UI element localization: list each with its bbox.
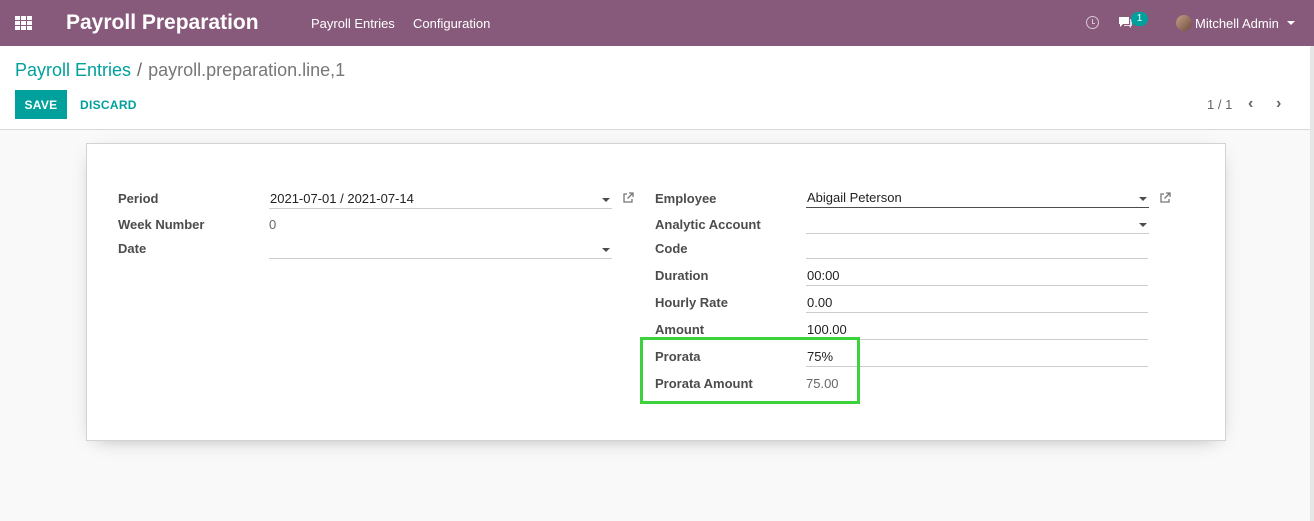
employee-value[interactable]: Abigail Peterson [807, 190, 902, 205]
pager-value[interactable]: 1 / 1 [1207, 97, 1232, 112]
date-label: Date [118, 241, 147, 256]
pager-next-icon[interactable]: › [1276, 96, 1286, 112]
employee-dropdown-icon[interactable] [1139, 197, 1147, 201]
app-title: Payroll Preparation [66, 11, 259, 34]
hourly-rate-label: Hourly Rate [655, 295, 728, 310]
period-value[interactable]: 2021-07-01 / 2021-07-14 [270, 191, 414, 206]
amount-value[interactable]: 100.00 [807, 322, 847, 337]
scrollbar[interactable] [1310, 46, 1314, 521]
apps-menu-icon[interactable] [15, 16, 32, 30]
breadcrumb-separator: / [137, 60, 143, 80]
amount-label: Amount [655, 322, 705, 337]
week-number-value: 0 [269, 217, 277, 232]
duration-value[interactable]: 00:00 [807, 268, 840, 283]
analytic-account-label: Analytic Account [655, 217, 761, 232]
pager-previous-icon[interactable]: ‹ [1248, 96, 1258, 112]
analytic-account-dropdown-icon[interactable] [1139, 223, 1147, 227]
week-number-label: Week Number [118, 217, 205, 232]
date-field[interactable] [269, 239, 612, 259]
employee-label: Employee [655, 191, 717, 206]
control-panel: Payroll Entries / payroll.preparation.line… [0, 46, 1314, 130]
analytic-account-field[interactable] [806, 214, 1149, 234]
save-button[interactable]: SAVE [15, 90, 67, 119]
activity-clock-icon[interactable] [1086, 16, 1099, 29]
user-avatar[interactable] [1176, 15, 1192, 31]
top-navbar: Payroll Preparation Payroll Entries Conf… [0, 0, 1314, 46]
duration-field[interactable]: 00:00 [806, 266, 1148, 286]
period-external-link-icon[interactable] [622, 192, 634, 204]
user-menu-caret-icon[interactable] [1287, 21, 1295, 25]
breadcrumb: Payroll Entries / payroll.preparation.line… [15, 60, 345, 81]
period-label: Period [118, 191, 159, 206]
code-field[interactable] [806, 239, 1148, 259]
employee-external-link-icon[interactable] [1159, 192, 1171, 204]
user-menu-name[interactable]: Mitchell Admin [1195, 16, 1279, 31]
discard-button[interactable]: DISCARD [72, 90, 145, 119]
period-field[interactable]: 2021-07-01 / 2021-07-14 [269, 189, 612, 209]
breadcrumb-parent-link[interactable]: Payroll Entries [15, 60, 131, 80]
employee-field[interactable]: Abigail Peterson [806, 188, 1149, 208]
duration-label: Duration [655, 268, 709, 283]
prorata-highlight-box [640, 337, 860, 404]
menu-configuration[interactable]: Configuration [413, 16, 490, 31]
hourly-rate-value[interactable]: 0.00 [807, 295, 832, 310]
breadcrumb-current: payroll.preparation.line,1 [148, 60, 346, 80]
date-dropdown-icon[interactable] [602, 248, 610, 252]
menu-payroll-entries[interactable]: Payroll Entries [311, 16, 395, 31]
code-label: Code [655, 241, 688, 256]
hourly-rate-field[interactable]: 0.00 [806, 293, 1148, 313]
period-dropdown-icon[interactable] [602, 198, 610, 202]
message-count-badge: 1 [1131, 12, 1148, 26]
